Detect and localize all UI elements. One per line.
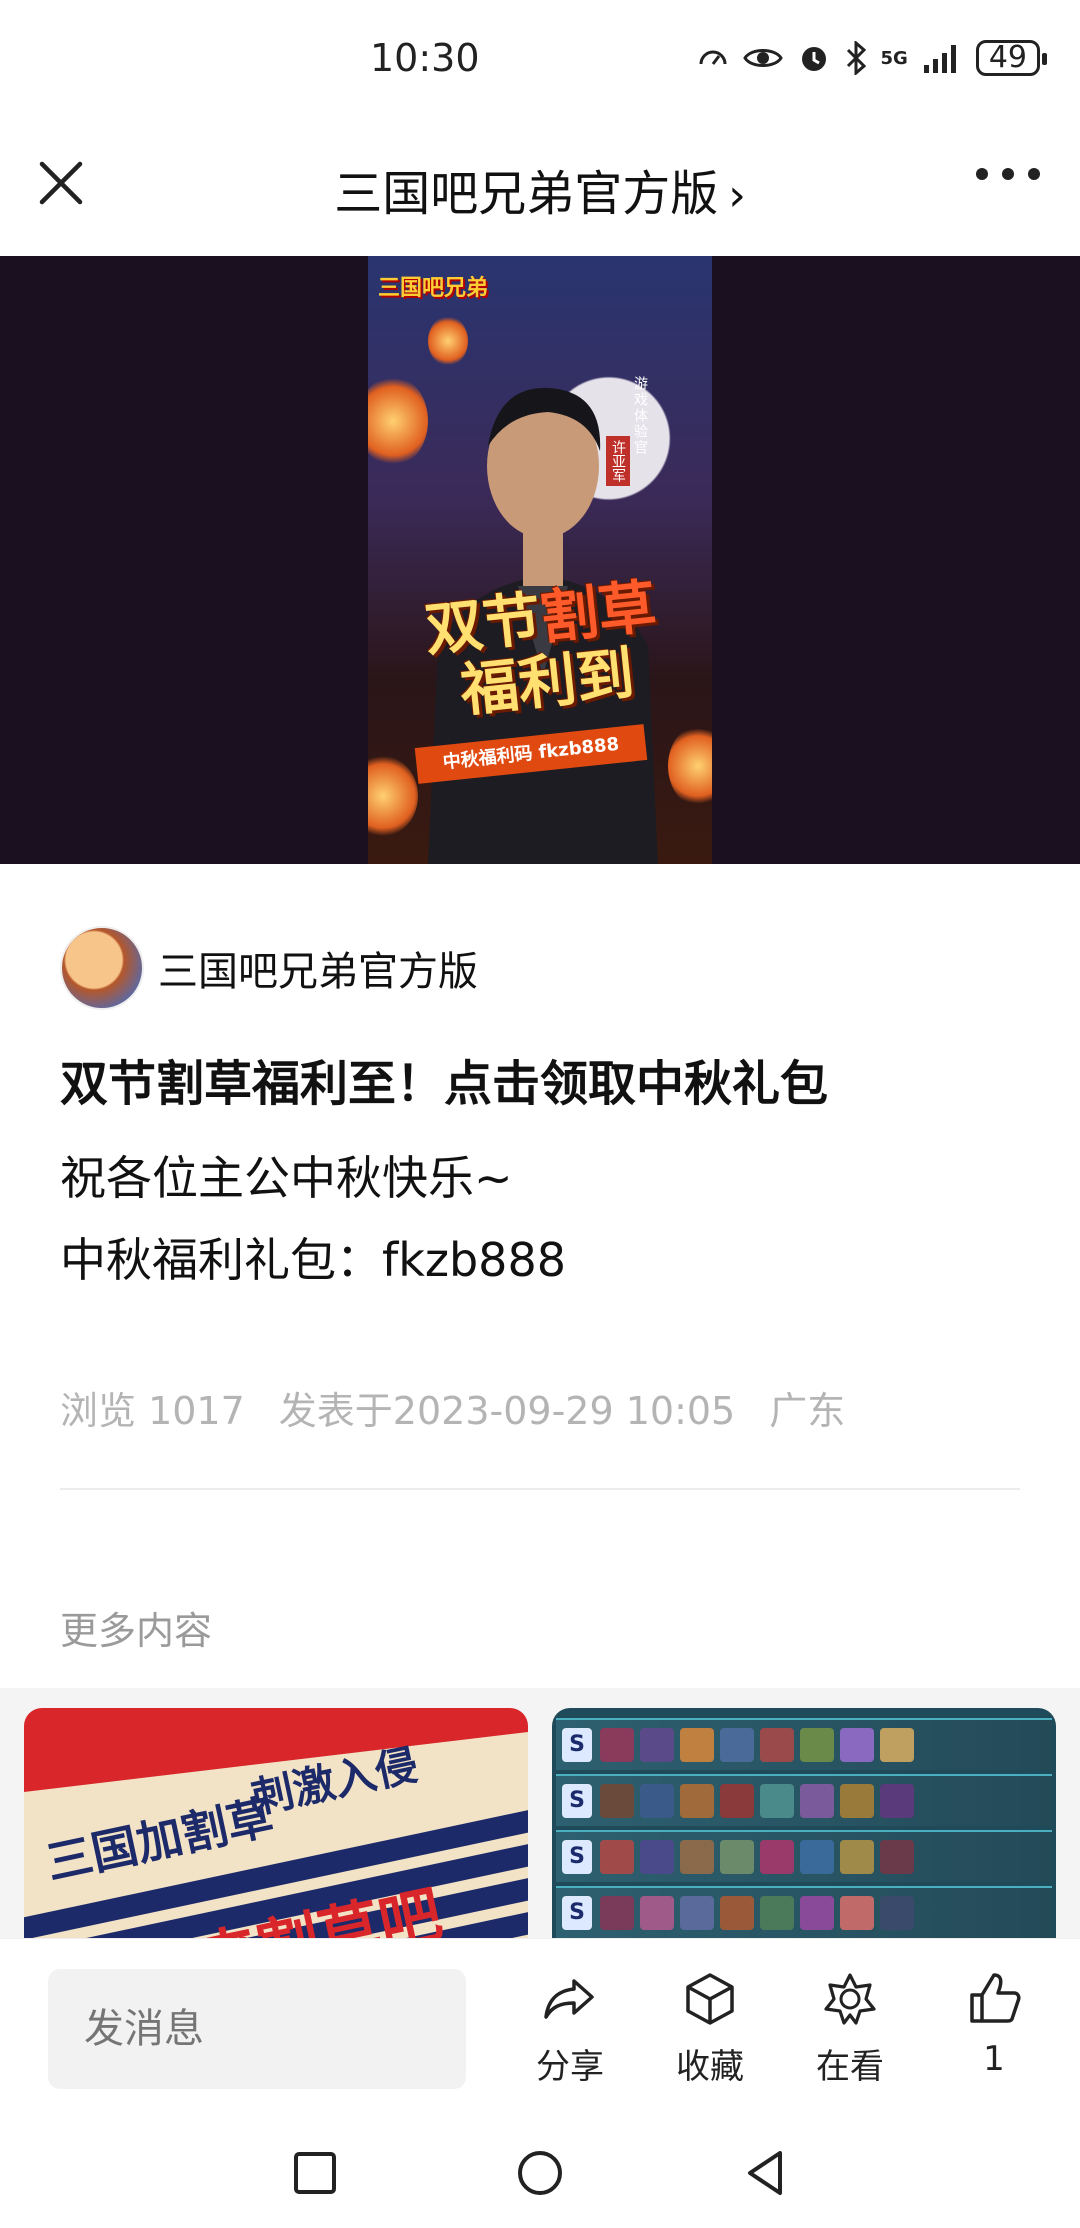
bluetooth-icon	[845, 41, 867, 75]
network-label: 5G	[880, 47, 908, 69]
thumbs-up-icon	[970, 1973, 1021, 2023]
share-label: 分享	[536, 2047, 604, 2087]
chevron-right-icon: ›	[728, 170, 746, 221]
more-icon[interactable]	[976, 168, 1040, 180]
message-input[interactable]	[48, 1969, 466, 2089]
eye-icon	[742, 44, 783, 72]
game-logo: 三国吧兄弟	[378, 276, 489, 301]
back-icon[interactable]	[740, 2148, 790, 2198]
poster-vertical-name: 许亚军	[606, 436, 630, 486]
watching-icon	[824, 1973, 876, 2025]
article-meta: 浏览 1017 发表于2023-09-29 10:05 广东	[60, 1380, 845, 1435]
account-title: 三国吧兄弟官方版	[334, 166, 719, 222]
watching-button[interactable]: 在看	[790, 1969, 910, 2088]
divider	[60, 1488, 1020, 1490]
favorite-button[interactable]: 收藏	[650, 1969, 770, 2088]
status-icons: 5G 49	[697, 40, 1048, 76]
tier-row: S	[556, 1718, 1052, 1770]
tier-row: S	[556, 1774, 1052, 1826]
publish-region: 广东	[769, 1389, 846, 1433]
tier-label: S	[562, 1840, 592, 1874]
box-icon	[686, 1973, 734, 2025]
tier-label: S	[562, 1784, 592, 1818]
article-body-line-1: 祝各位主公中秋快乐~	[60, 1151, 513, 1205]
publish-date: 发表于2023-09-29 10:05	[278, 1389, 736, 1433]
system-navigation-bar	[0, 2118, 1080, 2228]
cover-poster: 三国吧兄弟 游戏体验官 许亚军 双节割草 福利到 中秋福利码 fkzb888	[368, 256, 712, 864]
avatar[interactable]	[60, 926, 144, 1010]
favorite-label: 收藏	[676, 2047, 744, 2087]
author-row[interactable]: 三国吧兄弟官方版	[60, 926, 478, 1010]
poster-vertical-title: 游戏体验官	[632, 376, 648, 456]
status-bar: 10:30 5G 49	[0, 0, 1080, 130]
share-button[interactable]: 分享	[510, 1969, 630, 2088]
status-time: 10:30	[370, 36, 480, 80]
like-count: 1	[983, 2039, 1005, 2079]
signal-icon	[922, 43, 962, 73]
top-nav-bar: 三国吧兄弟官方版 ›	[0, 130, 1080, 256]
speed-icon	[697, 42, 729, 74]
tier-label: S	[562, 1728, 592, 1762]
like-button[interactable]: 1	[934, 1969, 1054, 2079]
article-cover-banner[interactable]: 三国吧兄弟 游戏体验官 许亚军 双节割草 福利到 中秋福利码 fkzb888	[0, 256, 1080, 864]
related-card-2[interactable]: S S S S	[552, 1708, 1056, 1938]
view-count: 浏览 1017	[60, 1389, 245, 1433]
article-body-line-2: 中秋福利礼包：fkzb888	[60, 1233, 566, 1287]
account-title-link[interactable]: 三国吧兄弟官方版 ›	[0, 154, 1080, 224]
tier-row: S	[556, 1886, 1052, 1938]
tier-label: S	[562, 1896, 592, 1930]
related-card-1[interactable]: 三国加割草 刺激入侵 来割草吧	[24, 1708, 528, 1938]
bottom-action-bar: 分享 收藏 在看 1	[0, 1938, 1080, 2118]
share-icon	[544, 1979, 594, 2019]
headline-part2: 割草	[537, 572, 660, 652]
author-name[interactable]: 三国吧兄弟官方版	[158, 939, 478, 997]
watching-label: 在看	[816, 2047, 884, 2087]
alarm-icon	[797, 41, 831, 75]
home-icon[interactable]	[515, 2148, 565, 2198]
more-content-list: 三国加割草 刺激入侵 来割草吧 S S S S	[0, 1688, 1080, 1938]
tier-row: S	[556, 1830, 1052, 1882]
recent-apps-icon[interactable]	[290, 2148, 340, 2198]
more-content-title: 更多内容	[60, 1609, 213, 1653]
article-title: 双节割草福利至！点击领取中秋礼包	[60, 1056, 829, 1112]
battery-icon: 49	[975, 40, 1048, 76]
